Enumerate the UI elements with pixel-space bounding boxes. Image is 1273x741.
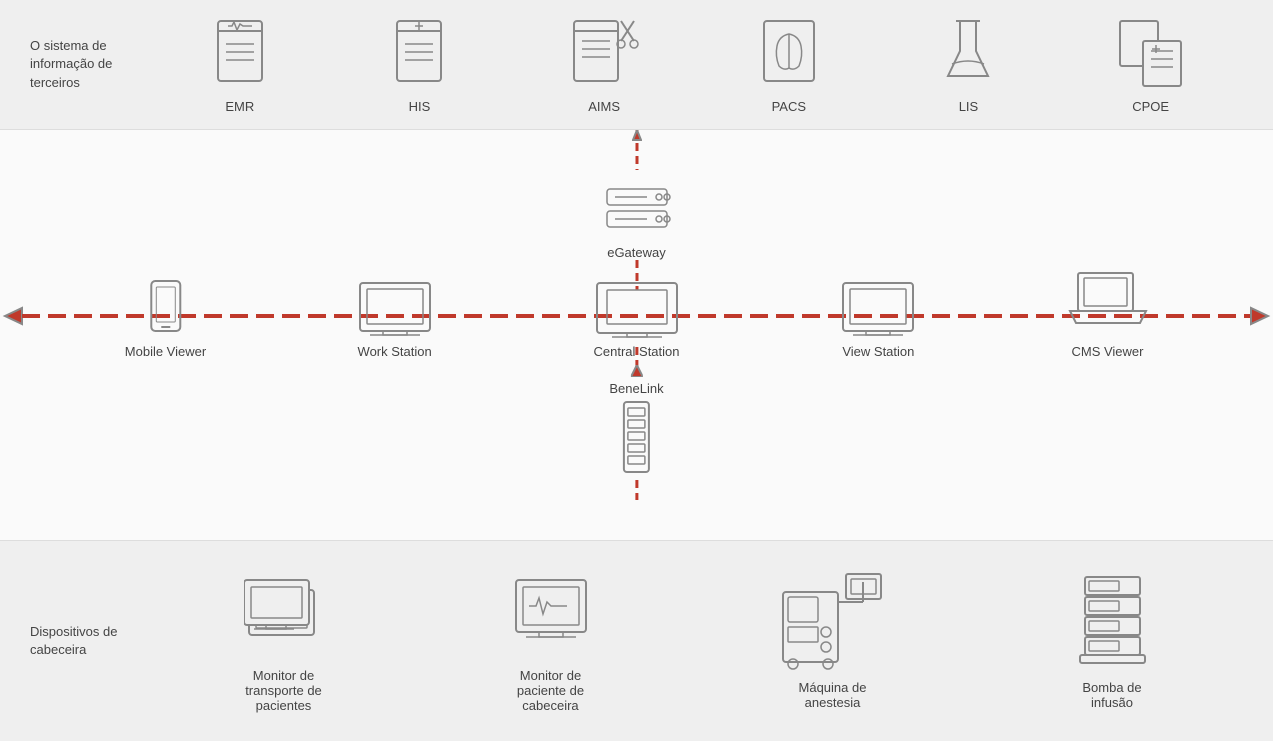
monitor-transport-icon xyxy=(244,570,324,660)
aims-label: AIMS xyxy=(588,99,620,114)
his-label: HIS xyxy=(409,99,431,114)
top-item-cpoe: CPOE xyxy=(1118,16,1183,114)
maquina-anestesia-label: Máquina de anestesia xyxy=(799,680,867,710)
bottom-item-monitor-cabeceira: Monitor de paciente de cabeceira xyxy=(511,570,591,713)
view-station-icon xyxy=(838,278,918,338)
top-item-emr: EMR xyxy=(210,16,270,114)
top-section-label: O sistema de informação de terceiros xyxy=(30,37,140,92)
benelink-icon xyxy=(614,400,659,480)
monitor-cabeceira-icon xyxy=(511,570,591,660)
top-item-aims: AIMS xyxy=(569,16,639,114)
pacs-icon xyxy=(759,16,819,91)
maquina-anestesia-icon xyxy=(778,572,888,672)
view-station-label: View Station xyxy=(842,344,914,359)
mobile-viewer-node: Mobile Viewer xyxy=(125,278,206,359)
bomba-infusao-label: Bomba de infusão xyxy=(1082,680,1141,710)
lis-icon xyxy=(938,16,998,91)
his-icon xyxy=(389,16,449,91)
lis-label: LIS xyxy=(959,99,979,114)
cms-viewer-icon xyxy=(1068,268,1148,338)
view-station-node: View Station xyxy=(838,278,918,359)
work-station-label: Work Station xyxy=(358,344,432,359)
monitor-transport-label: Monitor de transporte de pacientes xyxy=(245,668,322,713)
benelink-label: BeneLink xyxy=(609,381,663,396)
top-item-pacs: PACS xyxy=(759,16,819,114)
cpoe-label: CPOE xyxy=(1132,99,1169,114)
monitor-cabeceira-label: Monitor de paciente de cabeceira xyxy=(517,668,584,713)
v-line-benelink-top xyxy=(632,347,642,367)
cms-viewer-node: CMS Viewer xyxy=(1068,268,1148,359)
v-line-benelink-bottom xyxy=(632,480,642,500)
v-line-top-arrow xyxy=(632,130,642,180)
bottom-item-maquina-anestesia: Máquina de anestesia xyxy=(778,572,888,710)
top-items: EMR HIS xyxy=(150,16,1243,114)
benelink-arrow-up xyxy=(631,365,643,377)
top-section: O sistema de informação de terceiros EMR xyxy=(0,0,1273,130)
top-item-his: HIS xyxy=(389,16,449,114)
aims-icon xyxy=(569,16,639,91)
emr-label: EMR xyxy=(225,99,254,114)
bottom-items: Monitor de transporte de pacientes Monit… xyxy=(150,570,1243,713)
pacs-label: PACS xyxy=(772,99,806,114)
benelink-area: BeneLink xyxy=(609,347,663,500)
bottom-section-label: Dispositivos de cabeceira xyxy=(30,623,140,659)
top-item-lis: LIS xyxy=(938,16,998,114)
middle-section: eGateway Central Station Mobile Viewer xyxy=(0,130,1273,540)
mobile-viewer-label: Mobile Viewer xyxy=(125,344,206,359)
work-station-node: Work Station xyxy=(355,278,435,359)
bomba-infusao-icon xyxy=(1075,572,1150,672)
bottom-section: Dispositivos de cabeceira Monitor de tra… xyxy=(0,540,1273,741)
egateway-icon xyxy=(593,180,681,243)
cpoe-icon xyxy=(1118,16,1183,91)
bottom-item-bomba-infusao: Bomba de infusão xyxy=(1075,572,1150,710)
egateway-label: eGateway xyxy=(607,245,666,260)
mobile-viewer-icon xyxy=(143,278,188,338)
work-station-icon xyxy=(355,278,435,338)
cms-viewer-label: CMS Viewer xyxy=(1071,344,1143,359)
bottom-item-monitor-transport: Monitor de transporte de pacientes xyxy=(244,570,324,713)
emr-icon xyxy=(210,16,270,91)
central-station-icon xyxy=(592,278,682,338)
